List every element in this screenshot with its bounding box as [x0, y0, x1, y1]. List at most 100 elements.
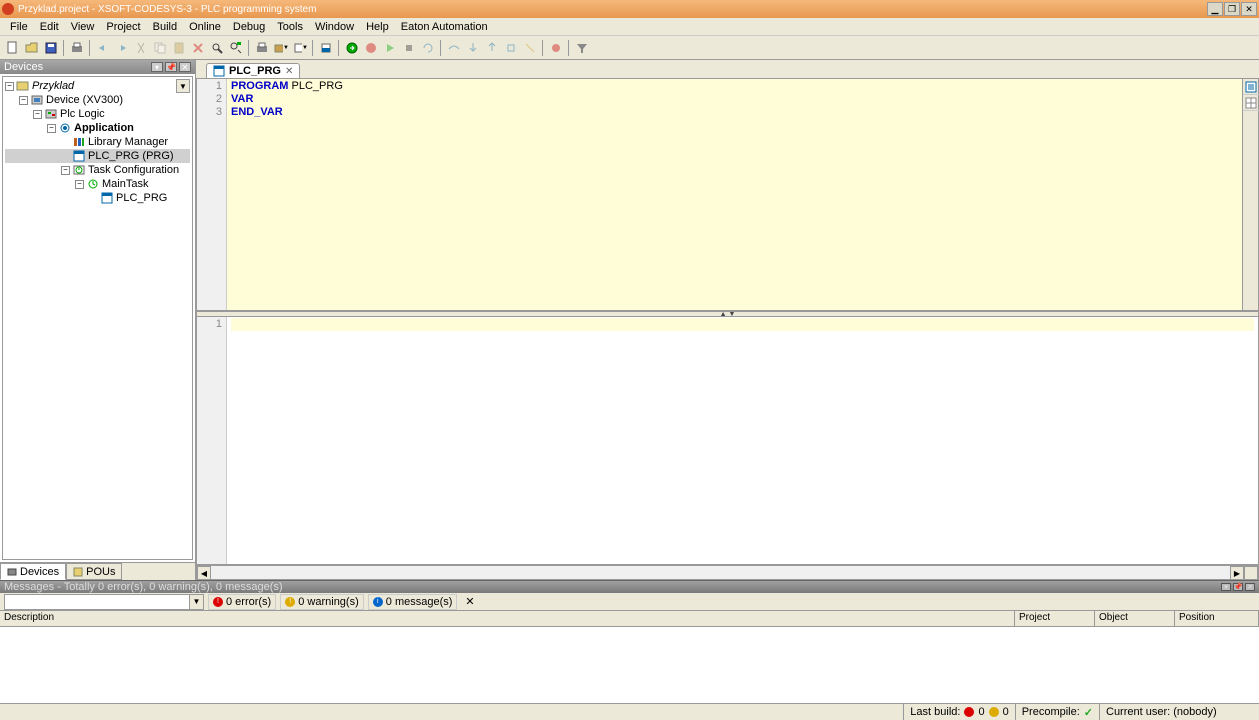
find-button[interactable] [208, 39, 226, 57]
warnings-filter[interactable]: ! 0 warning(s) [280, 594, 364, 610]
set-next-button[interactable] [521, 39, 539, 57]
minimize-button[interactable]: ▁ [1207, 2, 1223, 16]
col-project[interactable]: Project [1015, 611, 1095, 626]
run-to-cursor-button[interactable] [502, 39, 520, 57]
delete-button[interactable] [189, 39, 207, 57]
scroll-left-button[interactable]: ◀ [197, 566, 211, 580]
login-button[interactable] [343, 39, 361, 57]
stop-button[interactable] [400, 39, 418, 57]
tree-node[interactable]: PLC_PRG [5, 191, 190, 205]
titlebar: Przyklad.project - XSOFT-CODESYS-3 - PLC… [0, 0, 1259, 18]
declaration-pane[interactable]: 123 PROGRAM PLC_PRGVAREND_VAR [197, 79, 1258, 311]
tab-pous[interactable]: POUs [66, 563, 122, 580]
editor-area: PLC_PRG ✕ 123 PROGRAM PLC_PRGVAREND_VAR [196, 60, 1259, 580]
new-button[interactable] [4, 39, 22, 57]
close-button[interactable]: ✕ [1241, 2, 1257, 16]
item-button[interactable]: ▼ [291, 39, 309, 57]
print-button[interactable] [68, 39, 86, 57]
step-into-button[interactable] [464, 39, 482, 57]
menu-eaton[interactable]: Eaton Automation [395, 19, 494, 35]
panel-pin-button[interactable]: ▾ [151, 62, 163, 72]
tree-expand-button[interactable]: − [61, 166, 70, 175]
messages-filter[interactable]: i 0 message(s) [368, 594, 458, 610]
menu-debug[interactable]: Debug [227, 19, 271, 35]
tree-expand-button[interactable]: − [75, 180, 84, 189]
messages-category-combo[interactable]: ▼ [4, 594, 204, 610]
maximize-button[interactable]: ❐ [1224, 2, 1240, 16]
breakpoint-button[interactable] [547, 39, 565, 57]
messages-pin-button[interactable]: 📌 [1233, 583, 1243, 591]
editor-tab-close-button[interactable]: ✕ [285, 66, 293, 77]
find-replace-button[interactable] [227, 39, 245, 57]
editor-hscroll[interactable]: ◀ ▶ [197, 565, 1258, 579]
clear-messages-button[interactable]: ✕ [461, 595, 478, 608]
tab-devices[interactable]: Devices [0, 563, 66, 580]
menu-window[interactable]: Window [309, 19, 360, 35]
tree-node[interactable]: −MainTask [5, 177, 190, 191]
panel-close-button[interactable]: ✕ [179, 62, 191, 72]
tree-label: Library Manager [88, 136, 168, 148]
menu-help[interactable]: Help [360, 19, 395, 35]
tree-node[interactable]: Library Manager [5, 135, 190, 149]
toolbox-button[interactable]: ▼ [272, 39, 290, 57]
menu-build[interactable]: Build [147, 19, 183, 35]
scroll-right-button[interactable]: ▶ [1230, 566, 1244, 580]
open-button[interactable] [23, 39, 41, 57]
devices-tree[interactable]: ▼ −Przyklad−Device (XV300)−Plc Logic−App… [2, 76, 193, 560]
body-code[interactable] [227, 317, 1258, 564]
menu-project[interactable]: Project [100, 19, 146, 35]
declaration-code[interactable]: PROGRAM PLC_PRGVAREND_VAR [227, 79, 1242, 310]
filter-button[interactable] [573, 39, 591, 57]
tree-node[interactable]: PLC_PRG (PRG) [5, 149, 190, 163]
tree-node[interactable]: − Application [5, 121, 190, 135]
paste-button[interactable] [170, 39, 188, 57]
table-view-button[interactable] [1243, 95, 1259, 111]
error-icon: ! [213, 597, 223, 607]
messages-close-button[interactable]: ✕ [1245, 583, 1255, 591]
col-description[interactable]: Description [0, 611, 1015, 626]
tree-label: PLC_PRG (PRG) [88, 150, 174, 162]
undo-button[interactable] [94, 39, 112, 57]
single-cycle-button[interactable] [419, 39, 437, 57]
step-out-button[interactable] [483, 39, 501, 57]
messages-dropdown-button[interactable]: ▾ [1221, 583, 1231, 591]
scroll-track[interactable] [211, 566, 1230, 579]
body-pane[interactable]: 1 [197, 317, 1258, 565]
redo-button[interactable] [113, 39, 131, 57]
copy-button[interactable] [151, 39, 169, 57]
menu-online[interactable]: Online [183, 19, 227, 35]
declaration-gutter: 123 [197, 79, 227, 310]
tree-expand-button[interactable]: − [19, 96, 28, 105]
tree-dropdown-button[interactable]: ▼ [176, 79, 190, 93]
cut-button[interactable] [132, 39, 150, 57]
tree-expand-button[interactable]: − [47, 124, 56, 133]
tree-label: Application [74, 122, 134, 134]
menu-edit[interactable]: Edit [34, 19, 65, 35]
messages-toolbar: ▼ ! 0 error(s) ! 0 warning(s) i 0 messag… [0, 593, 1259, 611]
menu-file[interactable]: File [4, 19, 34, 35]
step-over-button[interactable] [445, 39, 463, 57]
build-button[interactable] [317, 39, 335, 57]
col-object[interactable]: Object [1095, 611, 1175, 626]
tree-expand-button[interactable]: − [5, 82, 14, 91]
combo-dropdown-button[interactable]: ▼ [189, 595, 203, 609]
editor-tab-plc-prg[interactable]: PLC_PRG ✕ [206, 63, 300, 78]
tree-node[interactable]: −Plc Logic [5, 107, 190, 121]
editor-tab-label: PLC_PRG [229, 65, 281, 77]
start-button[interactable] [381, 39, 399, 57]
tree-node[interactable]: −Device (XV300) [5, 93, 190, 107]
messages-grid[interactable]: Description Project Object Position [0, 611, 1259, 703]
tree-node[interactable]: −Przyklad [5, 79, 190, 93]
menu-view[interactable]: View [65, 19, 101, 35]
logout-button[interactable] [362, 39, 380, 57]
col-position[interactable]: Position [1175, 611, 1259, 626]
tree-expand-button[interactable]: − [33, 110, 42, 119]
panel-dock-button[interactable]: 📌 [165, 62, 177, 72]
window-title: Przyklad.project - XSOFT-CODESYS-3 - PLC… [18, 4, 1207, 15]
tree-node[interactable]: −Task Configuration [5, 163, 190, 177]
save-button[interactable] [42, 39, 60, 57]
errors-filter[interactable]: ! 0 error(s) [208, 594, 276, 610]
menu-tools[interactable]: Tools [271, 19, 309, 35]
text-view-button[interactable] [1243, 79, 1259, 95]
print2-button[interactable] [253, 39, 271, 57]
